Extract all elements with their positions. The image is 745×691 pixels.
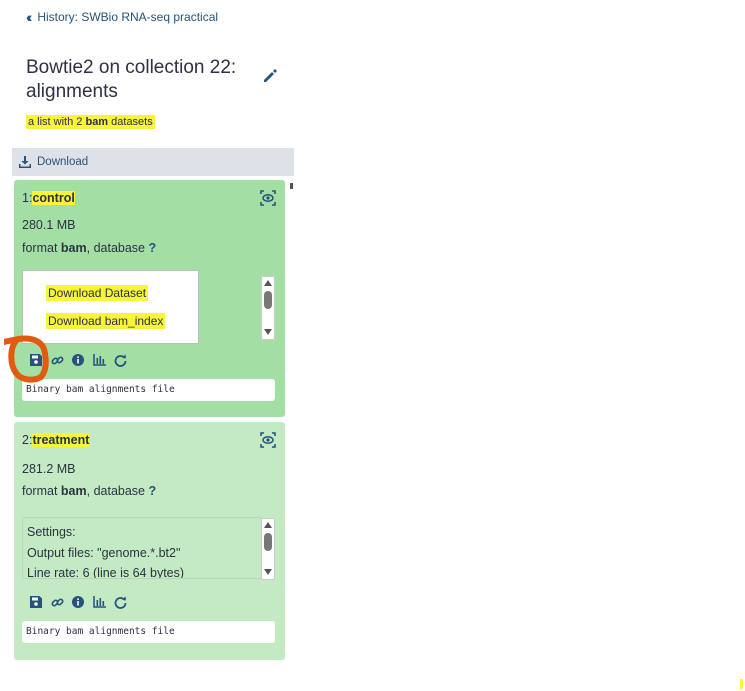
- pencil-icon[interactable]: [262, 68, 280, 86]
- dataset-format: format bam, database ?: [22, 484, 157, 498]
- highlight-mark: [740, 679, 743, 689]
- visualize-icon[interactable]: [92, 353, 106, 367]
- rerun-icon[interactable]: [113, 595, 127, 609]
- eye-icon[interactable]: [260, 190, 276, 206]
- dataset-card-treatment[interactable]: 2:treatment 281.2 MB format bam, databas…: [14, 422, 285, 660]
- download-label: Download: [37, 156, 89, 168]
- scrollbar[interactable]: [261, 518, 275, 580]
- info-line: Output files: "genome.*.bt2": [27, 545, 181, 560]
- dataset-header[interactable]: 2:treatment: [22, 433, 90, 447]
- info-line: Line rate: 6 (line is 64 bytes): [27, 566, 185, 579]
- rerun-icon[interactable]: [113, 353, 127, 367]
- download-bam-index-option[interactable]: Download bam_index: [46, 313, 166, 329]
- download-collection-button[interactable]: Download: [12, 148, 294, 176]
- link-icon[interactable]: [50, 595, 64, 609]
- scroll-up-icon[interactable]: [264, 522, 272, 528]
- info-icon[interactable]: [71, 353, 85, 367]
- dataset-peek: Binary bam alignments file: [22, 379, 275, 401]
- info-line: Settings:: [27, 525, 76, 539]
- dataset-size: 280.1 MB: [22, 218, 76, 232]
- dataset-info-text: Settings: Output files: "genome.*.bt2" L…: [22, 517, 262, 579]
- collection-title: Bowtie2 on collection 22: alignments: [26, 57, 237, 102]
- visualize-icon[interactable]: [92, 595, 106, 609]
- dataset-peek: Binary bam alignments file: [22, 621, 275, 643]
- info-icon[interactable]: [71, 595, 85, 609]
- dataset-actions: [29, 595, 127, 609]
- dataset-header[interactable]: 1:control: [22, 191, 75, 205]
- scroll-down-icon[interactable]: [264, 329, 272, 335]
- download-dataset-option[interactable]: Download Dataset: [46, 285, 149, 301]
- double-chevron-left-icon: ‹‹: [26, 9, 33, 25]
- eye-icon[interactable]: [260, 432, 276, 448]
- scroll-thumb[interactable]: [264, 533, 272, 551]
- collection-summary: a list with 2 bam datasets: [26, 115, 155, 129]
- download-icon: [19, 156, 31, 168]
- scroll-tick: [290, 183, 293, 189]
- dataset-card-control[interactable]: 1:control 280.1 MB format bam, database …: [14, 180, 285, 417]
- save-icon[interactable]: [29, 595, 43, 609]
- scroll-down-icon[interactable]: [264, 569, 272, 575]
- dataset-format: format bam, database ?: [22, 241, 157, 255]
- back-to-history-link[interactable]: ‹‹ History: SWBio RNA-seq practical: [26, 9, 218, 25]
- scrollbar[interactable]: [261, 276, 275, 340]
- back-link-label: History: SWBio RNA-seq practical: [37, 10, 219, 24]
- scroll-thumb[interactable]: [264, 291, 272, 309]
- annotation-circle: [4, 335, 49, 383]
- scroll-up-icon[interactable]: [264, 280, 272, 286]
- dataset-size: 281.2 MB: [22, 462, 76, 476]
